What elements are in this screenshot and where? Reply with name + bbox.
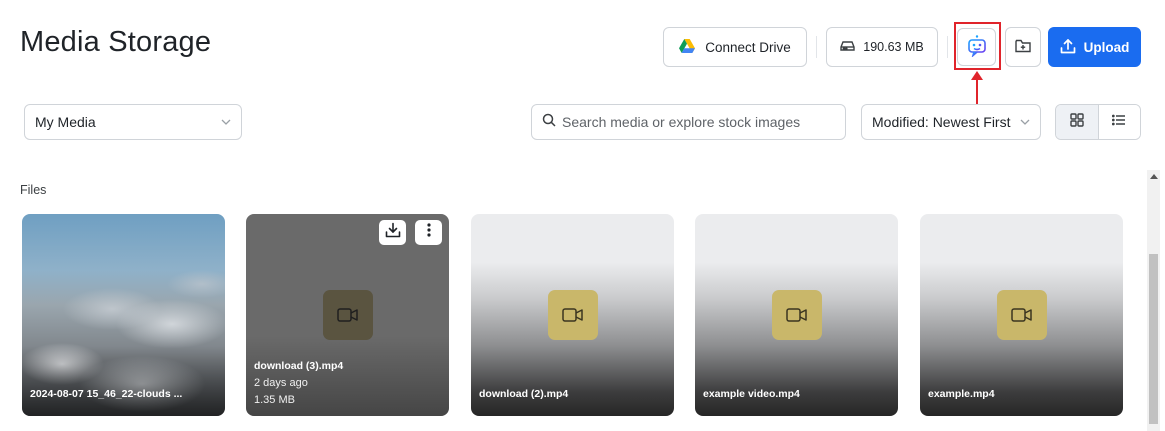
new-folder-button[interactable]	[1005, 27, 1041, 67]
files-section-label: Files	[20, 183, 47, 197]
list-view-button[interactable]	[1098, 105, 1140, 139]
chevron-down-icon	[1020, 116, 1030, 128]
annotation-arrow-line	[976, 78, 978, 104]
scroll-up-arrow[interactable]	[1150, 174, 1158, 179]
upload-button[interactable]: Upload	[1048, 27, 1141, 67]
file-card[interactable]: download (3).mp4 2 days ago 1.35 MB	[246, 214, 449, 416]
view-mode-toggle	[1055, 104, 1141, 140]
connect-drive-button[interactable]: Connect Drive	[663, 27, 807, 67]
file-card[interactable]: example.mp4	[920, 214, 1123, 416]
more-vertical-icon	[426, 223, 431, 242]
chevron-down-icon	[221, 116, 231, 128]
video-camera-icon	[996, 290, 1047, 340]
hard-drive-icon	[840, 40, 855, 55]
media-filter-select[interactable]: My Media	[24, 104, 242, 140]
scrollbar-thumb[interactable]	[1149, 254, 1158, 424]
file-name: download (3).mp4	[254, 360, 344, 372]
file-size: 1.35 MB	[254, 394, 295, 406]
image-thumbnail	[22, 214, 225, 416]
video-camera-icon	[547, 290, 598, 340]
more-options-button[interactable]	[415, 220, 442, 245]
video-camera-icon	[771, 290, 822, 340]
storage-usage-button[interactable]: 190.63 MB	[826, 27, 938, 67]
media-storage-page: Media Storage Connect Drive 190.63 MB Up…	[0, 0, 1165, 431]
header-divider	[947, 36, 948, 58]
ai-assistant-button[interactable]	[957, 28, 996, 66]
upload-label: Upload	[1083, 39, 1130, 55]
google-drive-icon	[679, 38, 696, 56]
search-box[interactable]	[531, 104, 846, 140]
download-icon	[385, 222, 401, 243]
search-input[interactable]	[562, 114, 832, 130]
file-name: download (2).mp4	[479, 388, 569, 400]
page-title: Media Storage	[20, 26, 212, 58]
file-name: 2024-08-07 15_46_22-clouds ...	[30, 388, 183, 400]
file-card[interactable]: download (2).mp4	[471, 214, 674, 416]
grid-view-icon	[1070, 112, 1084, 132]
folder-plus-icon	[1015, 39, 1031, 56]
sort-value: Modified: Newest First	[872, 114, 1011, 130]
header-divider	[816, 36, 817, 58]
ai-robot-icon	[965, 34, 989, 60]
file-name: example video.mp4	[703, 388, 800, 400]
file-name: example.mp4	[928, 388, 995, 400]
file-modified-age: 2 days ago	[254, 377, 308, 389]
storage-used-value: 190.63 MB	[863, 40, 924, 54]
file-card[interactable]: example video.mp4	[695, 214, 898, 416]
search-icon	[542, 113, 556, 132]
download-button[interactable]	[379, 220, 406, 245]
list-view-icon	[1112, 113, 1126, 131]
video-camera-icon	[322, 290, 373, 340]
file-card[interactable]: 2024-08-07 15_46_22-clouds ...	[22, 214, 225, 416]
media-filter-value: My Media	[35, 114, 96, 130]
connect-drive-label: Connect Drive	[705, 39, 791, 55]
grid-view-button[interactable]	[1056, 105, 1099, 139]
sort-select[interactable]: Modified: Newest First	[861, 104, 1041, 140]
upload-icon	[1060, 38, 1076, 57]
